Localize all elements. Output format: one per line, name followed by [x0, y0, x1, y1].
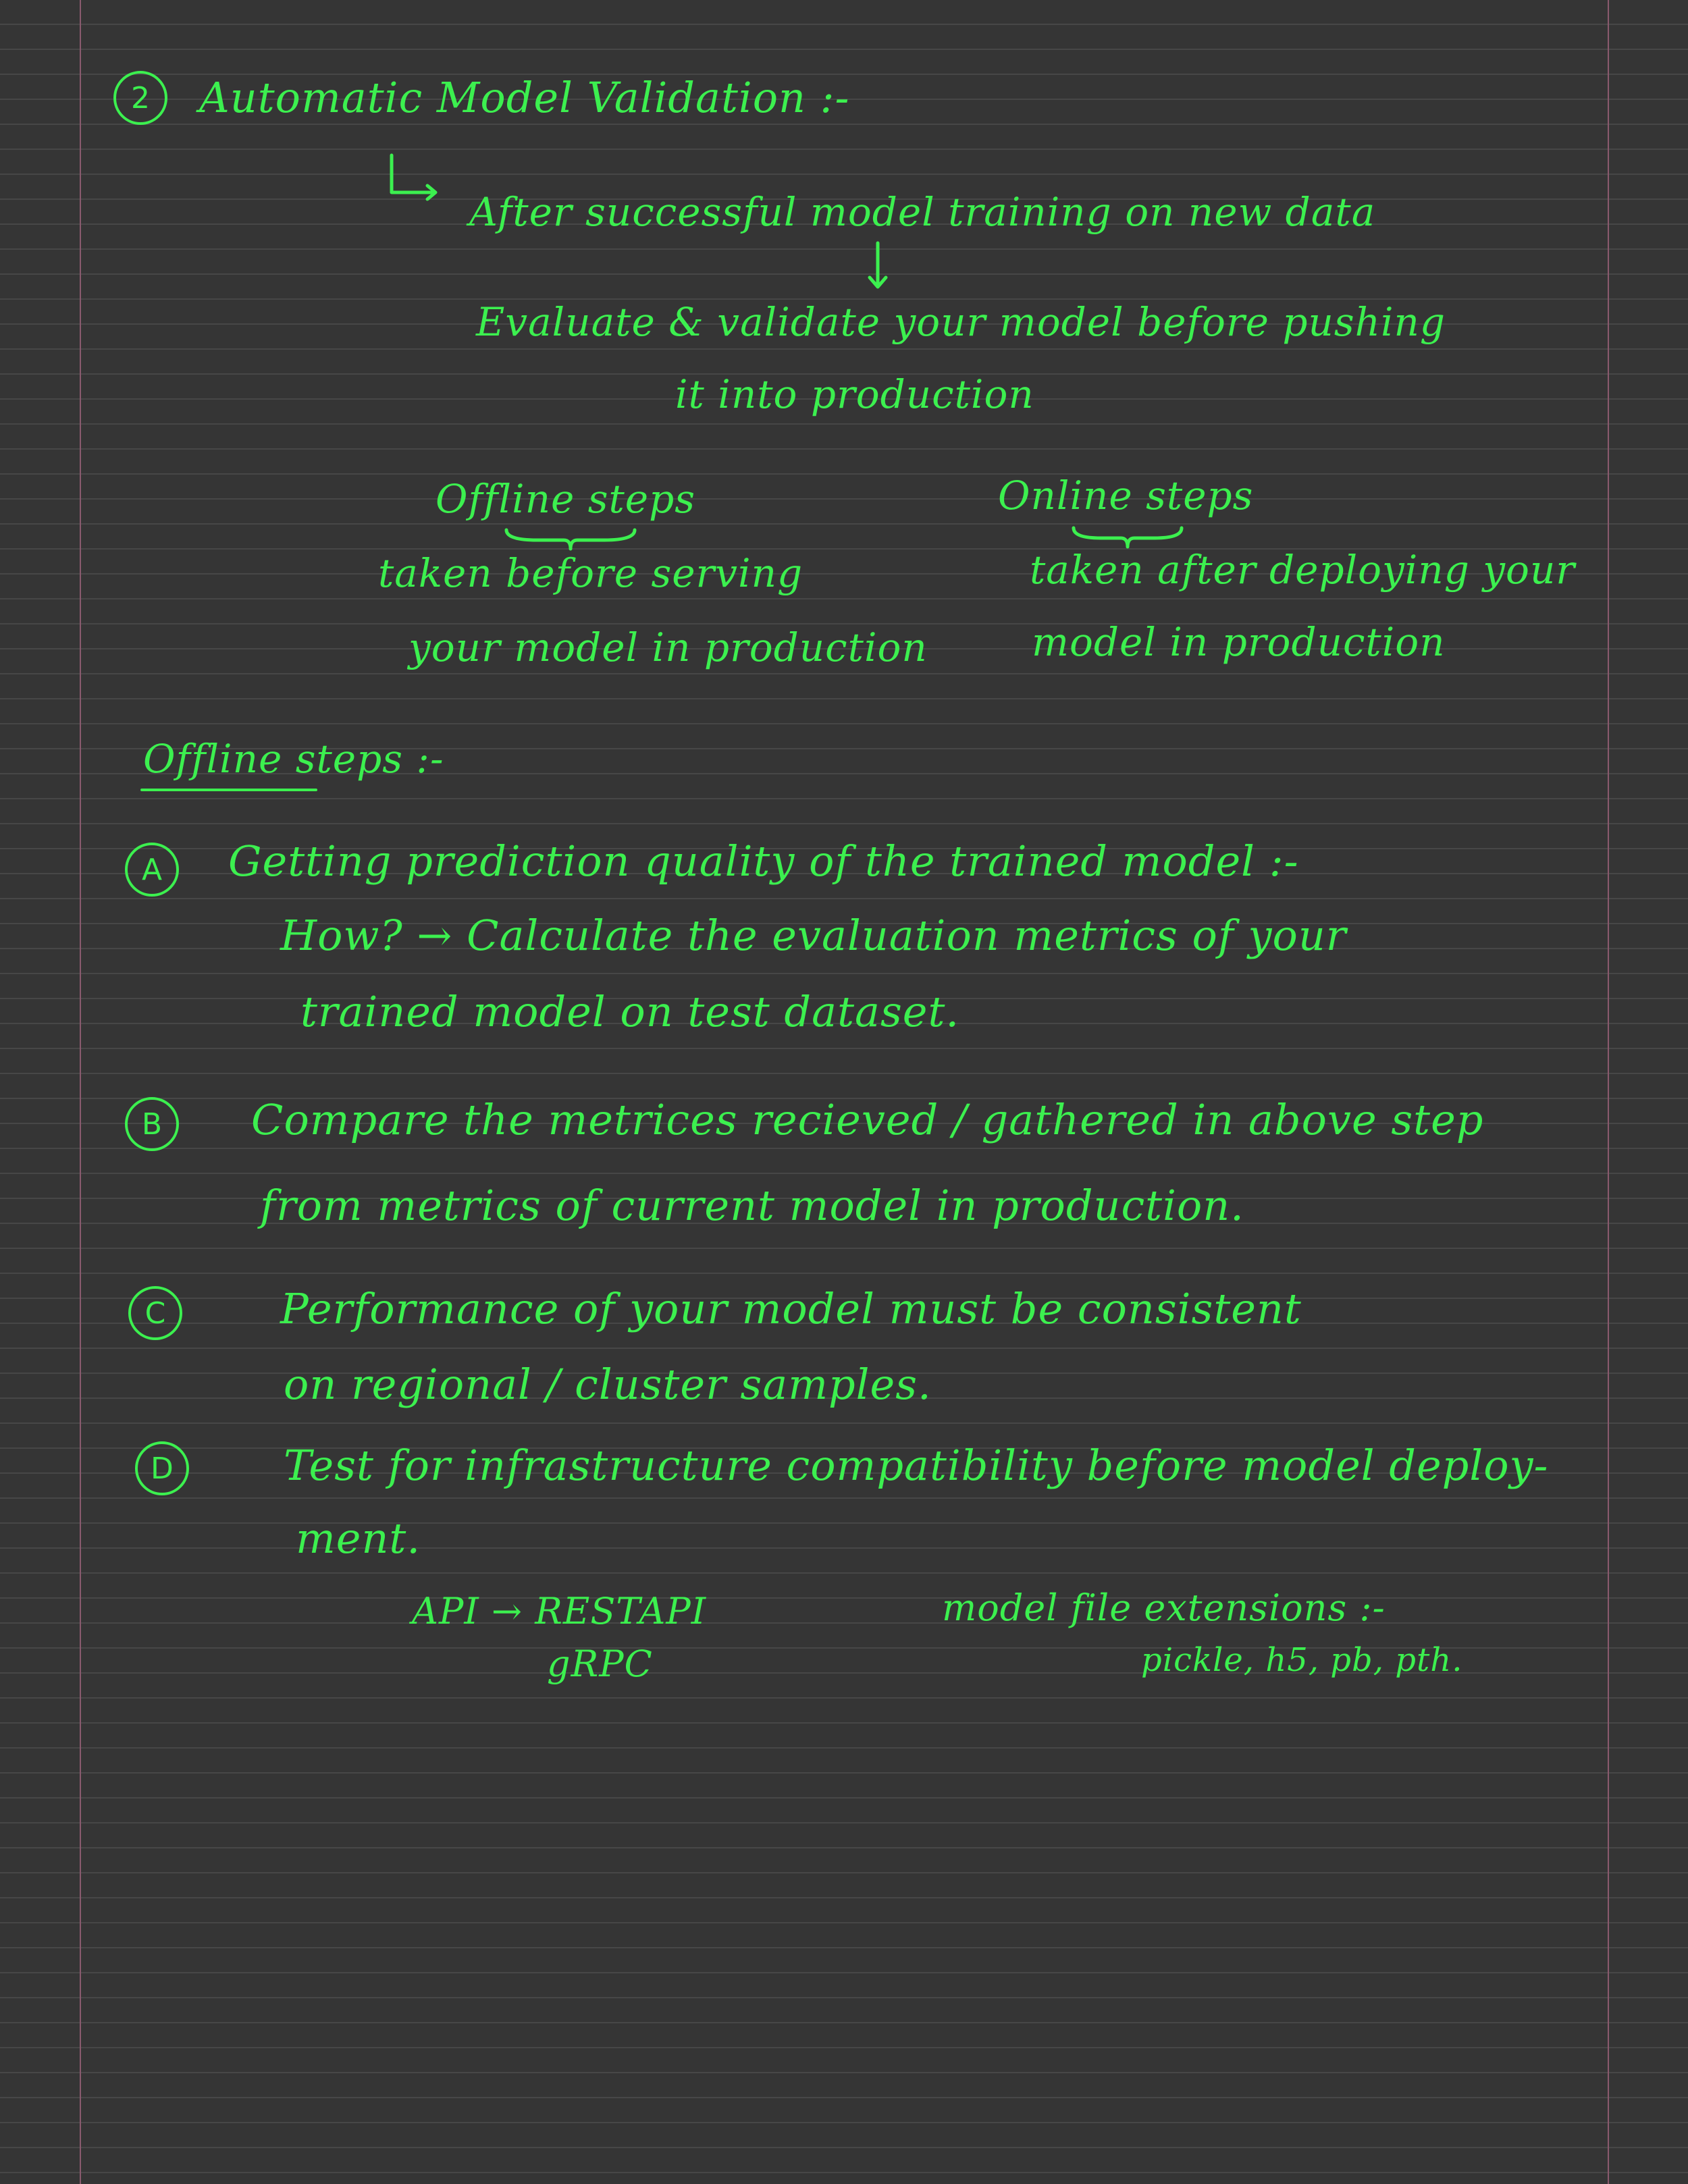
offline-steps-desc-1: taken before serving	[378, 550, 803, 596]
heading-title: Automatic Model Validation :-	[199, 73, 850, 122]
offline-steps-title: Offline steps	[436, 476, 695, 522]
item-b-line-1: Compare the metrices recieved / gathered…	[251, 1095, 1484, 1144]
offline-section-underline	[140, 789, 317, 791]
right-margin-line	[1608, 0, 1609, 2184]
item-c-marker: C	[128, 1286, 182, 1340]
online-steps-title: Online steps	[998, 473, 1254, 518]
left-margin-line	[80, 0, 81, 2184]
api-sub: gRPC	[547, 1643, 653, 1685]
item-d-marker: D	[135, 1441, 189, 1495]
offline-section-title: Offline steps :-	[143, 736, 444, 782]
item-d-line-1: Test for infrastructure compatibility be…	[284, 1441, 1549, 1490]
item-a-line-2: How? → Calculate the evaluation metrics …	[280, 911, 1347, 960]
intro-line-1: After successful model training on new d…	[469, 189, 1376, 235]
heading-number-circle: 2	[113, 71, 167, 125]
item-a-marker: A	[125, 843, 179, 897]
item-c-line-2: on regional / cluster samples.	[284, 1360, 932, 1409]
note-page: { "heading": { "number": "2", "title": "…	[0, 0, 1688, 2184]
item-b-marker: B	[125, 1097, 179, 1151]
offline-underbrace	[504, 528, 637, 551]
online-underbrace	[1072, 526, 1184, 549]
item-a-line-1: Getting prediction quality of the traine…	[228, 836, 1299, 886]
extensions-label: model file extensions :-	[942, 1587, 1386, 1629]
item-b-line-2: from metrics of current model in product…	[260, 1181, 1244, 1230]
online-steps-desc-1: taken after deploying your	[1030, 547, 1576, 593]
intro-line-3: it into production	[675, 371, 1034, 417]
item-c-line-1: Performance of your model must be consis…	[280, 1284, 1302, 1333]
item-a-line-3: trained model on test dataset.	[300, 987, 960, 1036]
down-arrow-icon	[868, 241, 888, 289]
offline-steps-desc-2: your model in production	[408, 624, 928, 670]
extensions-list: pickle, h5, pb, pth.	[1141, 1641, 1463, 1679]
bent-arrow-icon	[390, 153, 438, 201]
online-steps-desc-2: model in production	[1032, 619, 1446, 665]
intro-line-2: Evaluate & validate your model before pu…	[476, 299, 1446, 345]
item-d-line-2: ment.	[296, 1514, 421, 1563]
api-label: API → RESTAPI	[412, 1590, 707, 1632]
